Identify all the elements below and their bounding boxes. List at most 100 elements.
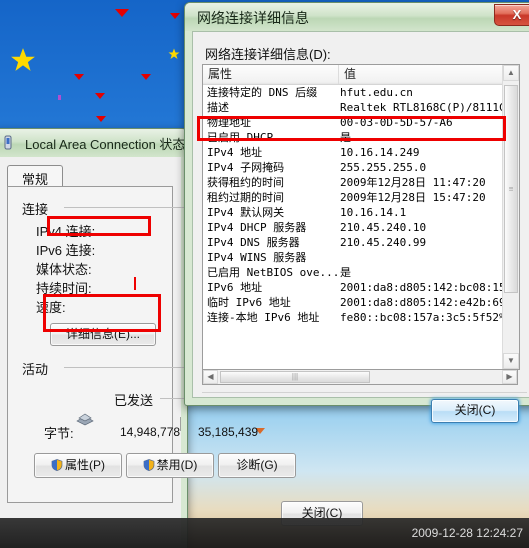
shield-icon — [143, 459, 155, 471]
sent-label: 已发送 — [114, 393, 154, 408]
row-property: 已启用 DHCP — [207, 131, 274, 144]
group-divider — [64, 207, 194, 208]
row-property: 租约过期的时间 — [207, 191, 284, 204]
table-row[interactable]: IPv4 地址 10.16.14.249 — [203, 145, 519, 160]
status-window-title: Local Area Connection 状态 — [25, 137, 186, 152]
column-header-value[interactable]: 值 — [339, 65, 519, 84]
table-row[interactable]: IPv4 DNS 服务器 210.45.240.99 — [203, 235, 519, 250]
field-label-speed: 速度: — [36, 300, 66, 315]
table-row[interactable]: 描述 Realtek RTL8168C(P)/8111C(P) F — [203, 100, 519, 115]
scroll-grip-icon: ≡ — [508, 184, 514, 194]
listview-rows: 连接特定的 DNS 后缀 hfut.edu.cn 描述 Realtek RTL8168… — [203, 85, 519, 369]
row-value: 10.16.14.1 — [340, 206, 407, 219]
row-property: 临时 IPv6 地址 — [207, 296, 291, 309]
column-header-property[interactable]: 属性 — [203, 65, 339, 84]
detail-close-button[interactable]: 关闭(C) — [431, 399, 519, 423]
vertical-scroll-thumb[interactable]: ≡ — [504, 85, 518, 293]
table-row[interactable]: 临时 IPv6 地址 2001:da8:d805:142:e42b:6914:c1 — [203, 295, 519, 310]
bytes-sent-value: 35,185,439 — [198, 425, 259, 439]
taskbar-clock[interactable]: 2009-12-28 12:24:27 — [412, 526, 523, 540]
activity-group-label: 活动 — [22, 362, 49, 377]
table-row[interactable]: 连接特定的 DNS 后缀 hfut.edu.cn — [203, 85, 519, 100]
detail-heading: 网络连接详细信息(D): — [205, 47, 331, 62]
listview-vertical-scrollbar[interactable]: ▲ ≡ ▼ — [502, 65, 519, 369]
scroll-left-icon[interactable]: ◀ — [203, 370, 218, 384]
table-row[interactable]: IPv6 地址 2001:da8:d805:142:bc08:157a:3c — [203, 280, 519, 295]
connection-group-label: 连接 — [22, 202, 49, 217]
horizontal-scroll-thumb[interactable]: ||| — [220, 371, 370, 383]
row-value: 是 — [340, 131, 351, 144]
row-value: 210.45.240.10 — [340, 221, 427, 234]
network-adapter-icon — [4, 135, 12, 150]
row-property: 连接特定的 DNS 后缀 — [207, 86, 318, 99]
table-row[interactable]: 连接-本地 IPv6 地址 fe80::bc08:157a:3c5:5f52%11 — [203, 310, 519, 325]
table-row[interactable]: 获得租约的时间 2009年12月28日 11:47:20 — [203, 175, 519, 190]
status-window-titlebar[interactable]: Local Area Connection 状态 — [0, 129, 187, 157]
scroll-down-icon[interactable]: ▼ — [503, 353, 519, 369]
table-row[interactable]: 物理地址 00-03-0D-5D-57-A6 — [203, 115, 519, 130]
properties-button-label: 属性(P) — [65, 458, 105, 472]
detail-listview[interactable]: 属性 值 连接特定的 DNS 后缀 hfut.edu.cn 描述 Realtek RT… — [202, 64, 520, 370]
row-property: IPv4 地址 — [207, 146, 263, 159]
detail-window[interactable]: 网络连接详细信息 X 网络连接详细信息(D): 属性 值 连接特定的 DNS 后… — [184, 2, 529, 423]
table-row[interactable]: IPv4 子网掩码 255.255.255.0 — [203, 160, 519, 175]
field-label-ipv6-connectivity: IPv6 连接: — [36, 243, 96, 258]
row-value: 是 — [340, 266, 351, 279]
detail-separator — [202, 392, 527, 393]
triangle-decoration — [170, 13, 180, 19]
detail-window-titlebar[interactable]: 网络连接详细信息 X — [185, 3, 529, 31]
field-label-duration: 持续时间: — [36, 281, 92, 296]
row-property: IPv4 WINS 服务器 — [207, 251, 307, 264]
row-property: IPv4 DHCP 服务器 — [207, 221, 307, 234]
field-label-ipv4-connectivity: IPv4 连接: — [36, 224, 96, 239]
table-row[interactable]: IPv4 WINS 服务器 — [203, 250, 519, 265]
row-property: IPv4 子网掩码 — [207, 161, 285, 174]
diagnose-button[interactable]: 诊断(G) — [218, 453, 296, 478]
table-row[interactable]: 已启用 DHCP 是 — [203, 130, 519, 145]
disable-button[interactable]: 禁用(D) — [126, 453, 214, 478]
triangle-decoration — [96, 116, 106, 122]
row-property: IPv6 地址 — [207, 281, 263, 294]
group-divider — [64, 367, 194, 368]
row-value: 10.16.14.249 — [340, 146, 420, 159]
row-property: IPv4 DNS 服务器 — [207, 236, 300, 249]
activity-column-divider — [180, 417, 181, 431]
triangle-decoration — [95, 93, 105, 99]
table-row[interactable]: 租约过期的时间 2009年12月28日 15:47:20 — [203, 190, 519, 205]
row-value: 2001:da8:d805:142:e42b:6914:c1 — [340, 296, 519, 309]
row-value: 2009年12月28日 15:47:20 — [340, 191, 486, 204]
close-window-button[interactable]: X — [494, 4, 529, 26]
scroll-up-icon[interactable]: ▲ — [503, 65, 519, 81]
activity-transfer-icon — [76, 413, 94, 426]
row-property: 描述 — [207, 101, 229, 114]
properties-button[interactable]: 属性(P) — [34, 453, 122, 478]
bytes-label: 字节: — [44, 426, 74, 441]
row-property: 获得租约的时间 — [207, 176, 284, 189]
row-property: 物理地址 — [207, 116, 251, 129]
row-value: hfut.edu.cn — [340, 86, 413, 99]
triangle-decoration — [141, 74, 151, 80]
star-decoration — [168, 48, 180, 59]
field-label-media-state: 媒体状态: — [36, 262, 92, 277]
desktop-screen: Local Area Connection 状态 常规 连接 IPv4 连接: … — [0, 0, 529, 548]
details-button[interactable]: 详细信息(E)... — [50, 323, 156, 346]
detail-window-body: 网络连接详细信息(D): 属性 值 连接特定的 DNS 后缀 hfut.edu.c… — [192, 31, 529, 423]
status-window[interactable]: Local Area Connection 状态 常规 连接 IPv4 连接: … — [0, 128, 363, 548]
disable-button-label: 禁用(D) — [156, 458, 198, 472]
row-property: 连接-本地 IPv6 地址 — [207, 311, 320, 324]
row-value: 210.45.240.99 — [340, 236, 427, 249]
triangle-decoration — [74, 74, 84, 80]
status-window-body: 常规 连接 IPv4 连接: IPv6 连接: 媒体状态: 持续时间: 速度: … — [0, 157, 363, 543]
bytes-received-value: 14,948,778 — [120, 425, 181, 439]
dot-decoration — [58, 95, 61, 100]
table-row[interactable]: IPv4 默认网关 10.16.14.1 — [203, 205, 519, 220]
scroll-right-icon[interactable]: ▶ — [502, 370, 517, 384]
taskbar[interactable]: 2009-12-28 12:24:27 — [0, 518, 529, 548]
triangle-decoration — [115, 9, 129, 17]
row-value: Realtek RTL8168C(P)/8111C(P) F — [340, 101, 519, 114]
table-row[interactable]: 已启用 NetBIOS ove... 是 — [203, 265, 519, 280]
listview-header: 属性 值 — [203, 65, 519, 85]
table-row[interactable]: IPv4 DHCP 服务器 210.45.240.10 — [203, 220, 519, 235]
row-value: 00-03-0D-5D-57-A6 — [340, 116, 453, 129]
listview-horizontal-scrollbar[interactable]: ◀ ||| ▶ — [202, 369, 518, 385]
